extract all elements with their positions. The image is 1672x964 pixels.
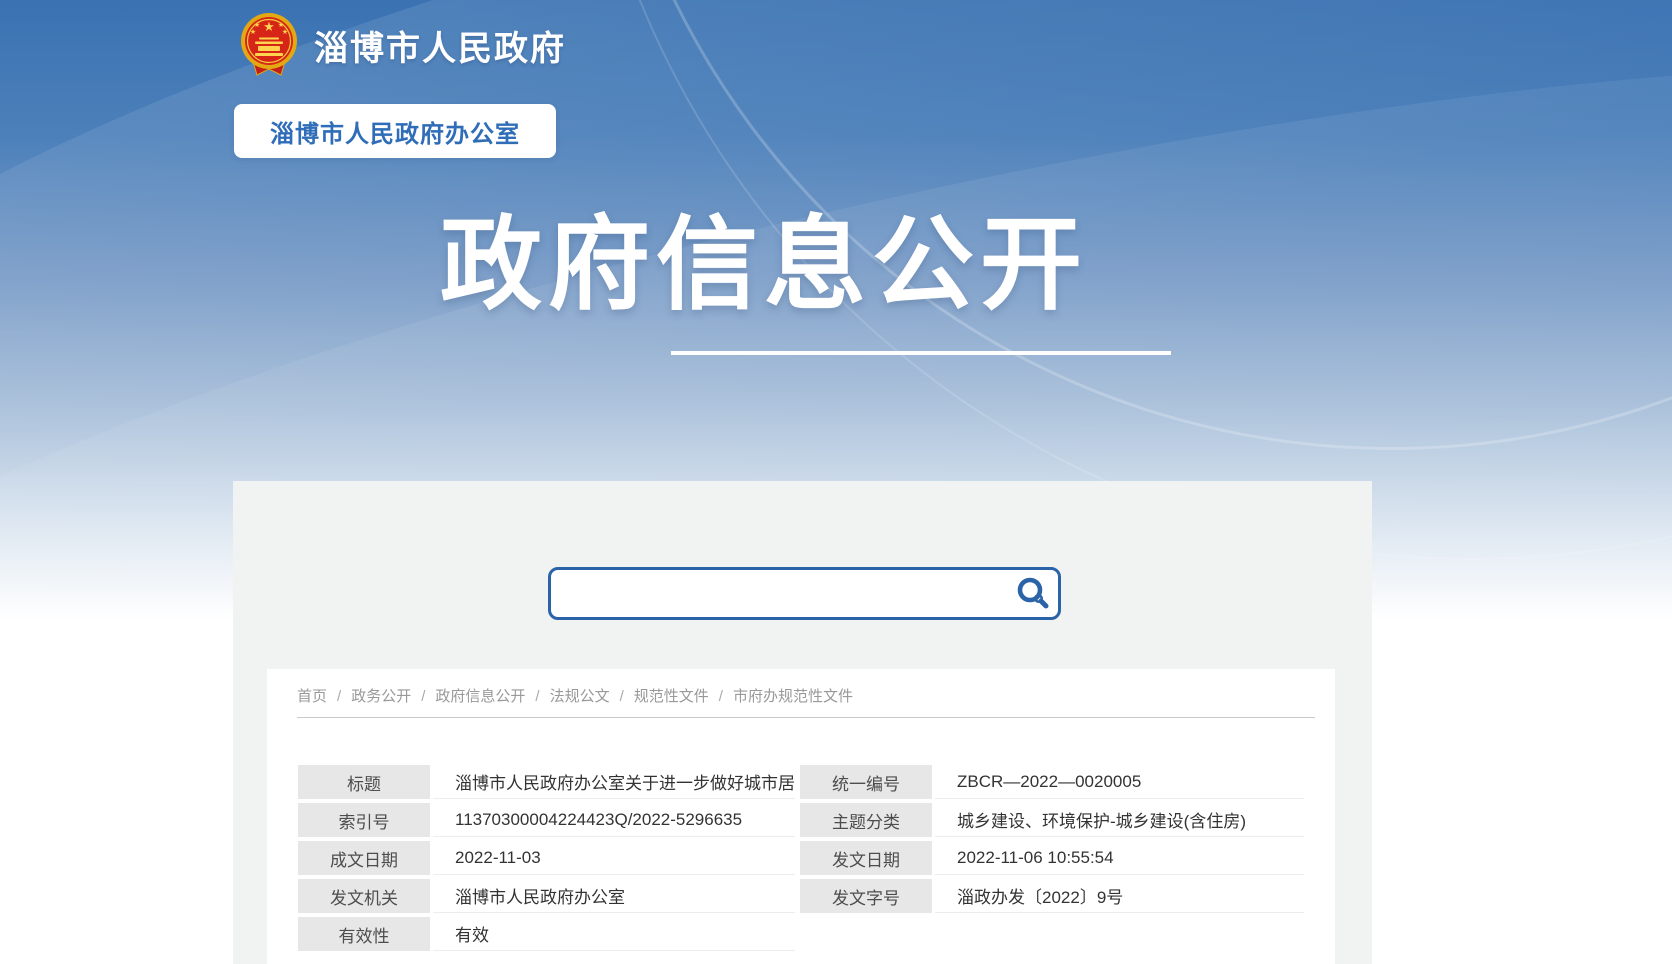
national-emblem-icon: ★ ★ ★ ★ ★ [240,12,298,78]
info-value: 城乡建设、环境保护-城乡建设(含住房) [935,803,1304,837]
table-row: 标题 淄博市人民政府办公室关于进一步做好城市居民... [298,765,795,799]
info-value: 11370300004224423Q/2022-5296635 [433,803,795,837]
breadcrumb: 首页 / 政务公开 / 政府信息公开 / 法规公文 / 规范性文件 / 市府办规范性文件 [297,685,1315,706]
table-row: 索引号 11370300004224423Q/2022-5296635 [298,803,795,837]
breadcrumb-item-fagui[interactable]: 法规公文 [550,688,610,705]
info-value: ZBCR—2022—0020005 [935,765,1304,799]
info-value: 淄博市人民政府办公室关于进一步做好城市居民... [433,765,795,799]
info-label: 有效性 [298,917,430,951]
info-value: 2022-11-03 [433,841,795,875]
info-label: 主题分类 [800,803,932,837]
info-value: 淄博市人民政府办公室 [433,879,795,913]
svg-text:★: ★ [263,19,275,34]
office-badge-label: 淄博市人民政府办公室 [270,114,520,149]
page-title: 政府信息公开 [436,208,1092,322]
info-label: 发文日期 [800,841,932,875]
svg-text:★: ★ [250,28,256,36]
search-button[interactable] [1008,570,1058,617]
info-label: 统一编号 [800,765,932,799]
breadcrumb-item-guifanxing[interactable]: 规范性文件 [634,688,709,705]
doc-info-right-column: 统一编号 ZBCR—2022—0020005 主题分类 城乡建设、环境保护-城乡… [800,765,1304,917]
info-value: 淄政办发〔2022〕9号 [935,879,1304,913]
table-row: 有效性 有效 [298,917,795,951]
breadcrumb-separator: / [337,688,341,705]
document-card: 首页 / 政务公开 / 政府信息公开 / 法规公文 / 规范性文件 / 市府办规范性文件 标题 淄博… [267,669,1335,964]
page: ★ ★ ★ ★ ★ 淄博市人民政府 淄博市人民政府办公室 政府信息公开 [0,0,1672,964]
breadcrumb-item-shifuban[interactable]: 市府办规范性文件 [733,688,853,705]
svg-text:★: ★ [278,21,284,29]
breadcrumb-separator: / [719,688,723,705]
table-row: 发文机关 淄博市人民政府办公室 [298,879,795,913]
breadcrumb-separator: / [535,688,539,705]
info-value: 有效 [433,917,795,951]
svg-text:★: ★ [254,21,260,29]
info-value: 2022-11-06 10:55:54 [935,841,1304,875]
breadcrumb-item-zhengwu[interactable]: 政务公开 [351,688,411,705]
table-row: 发文日期 2022-11-06 10:55:54 [800,841,1304,875]
search-input[interactable] [551,570,1008,617]
breadcrumb-divider [297,717,1315,718]
site-logo-row: ★ ★ ★ ★ ★ 淄博市人民政府 [240,12,566,78]
table-row: 发文字号 淄政办发〔2022〕9号 [800,879,1304,913]
table-row: 主题分类 城乡建设、环境保护-城乡建设(含住房) [800,803,1304,837]
office-badge: 淄博市人民政府办公室 [234,104,556,158]
breadcrumb-separator: / [620,688,624,705]
info-label: 发文字号 [800,879,932,913]
info-label: 索引号 [298,803,430,837]
title-underline [671,351,1171,355]
info-label: 成文日期 [298,841,430,875]
table-row: 成文日期 2022-11-03 [298,841,795,875]
info-label: 标题 [298,765,430,799]
search-box [548,567,1061,620]
table-row: 统一编号 ZBCR—2022—0020005 [800,765,1304,799]
svg-text:★: ★ [282,28,288,36]
info-label: 发文机关 [298,879,430,913]
search-icon [1014,575,1052,613]
doc-info-left-column: 标题 淄博市人民政府办公室关于进一步做好城市居民... 索引号 11370300… [298,765,795,955]
breadcrumb-item-xinxigongkai[interactable]: 政府信息公开 [435,688,525,705]
breadcrumb-separator: / [421,688,425,705]
site-name: 淄博市人民政府 [314,21,566,70]
breadcrumb-item-home[interactable]: 首页 [297,688,327,705]
